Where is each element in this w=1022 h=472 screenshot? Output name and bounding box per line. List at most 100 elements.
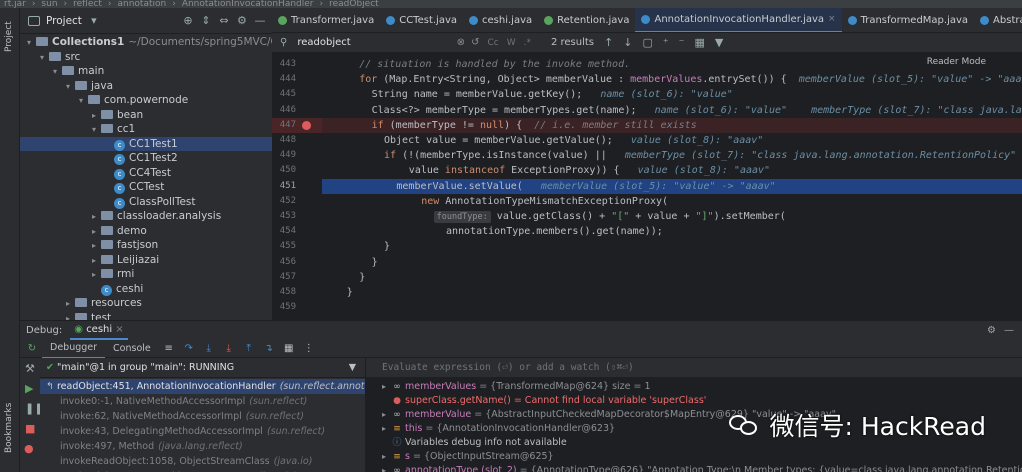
expand-icon[interactable]: ⇕ <box>200 14 212 27</box>
line-number[interactable]: 448 <box>272 133 322 148</box>
tree-item[interactable]: ▸ bean <box>20 108 272 123</box>
line-number[interactable]: 455 <box>272 239 322 254</box>
remove-occurrence-icon[interactable]: ⁻ <box>679 36 685 49</box>
step-into-icon[interactable]: ⤓ <box>202 343 216 355</box>
table-view-icon[interactable]: ▦ <box>282 343 296 355</box>
tree-item[interactable]: c CC1Test2 <box>20 151 272 166</box>
chevron-right-icon[interactable]: ▸ <box>89 210 99 225</box>
line-number[interactable]: 445 <box>272 87 322 102</box>
project-tool-button[interactable]: Project <box>4 21 14 52</box>
line-number[interactable]: 454 <box>272 224 322 239</box>
variable-row[interactable]: ▸ ≡ s = {ObjectInputStream@625} <box>366 450 1022 464</box>
tree-item[interactable]: ▸ test <box>20 311 272 320</box>
chevron-down-icon[interactable]: ▾ <box>88 14 100 27</box>
step-out-icon[interactable]: ⤒ <box>242 343 256 355</box>
minimize-icon[interactable]: — <box>254 14 266 27</box>
line-number[interactable]: 449 <box>272 148 322 163</box>
close-icon[interactable]: × <box>828 8 836 32</box>
tree-item[interactable]: ▸ rmi <box>20 267 272 282</box>
clear-search-icon[interactable]: ⊗ <box>457 37 465 48</box>
code-line[interactable]: } <box>322 285 1022 300</box>
minimize-icon[interactable]: — <box>1004 325 1014 336</box>
filter-icon[interactable]: ▼ <box>349 358 356 378</box>
chevron-right-icon[interactable]: ▸ <box>382 422 392 436</box>
chevron-right-icon[interactable]: ▸ <box>89 254 99 269</box>
line-number[interactable]: 459 <box>272 300 322 315</box>
bookmarks-tool-button[interactable]: Bookmarks <box>4 403 14 453</box>
line-number[interactable]: 458 <box>272 285 322 300</box>
chevron-right-icon[interactable]: ▸ <box>382 380 392 394</box>
editor-tab[interactable]: AnnotationInvocationHandler.java × <box>635 8 842 32</box>
tree-item[interactable]: ▸ fastjson <box>20 238 272 253</box>
tree-item[interactable]: ▸ classloader.analysis <box>20 209 272 224</box>
filter-icon[interactable]: ▼ <box>715 36 723 49</box>
select-all-icon[interactable]: ▢ <box>642 36 652 49</box>
line-number[interactable]: 447 <box>272 117 322 133</box>
editor-tab[interactable]: CCTest.java <box>380 8 463 32</box>
code-line[interactable]: if (!(memberType.isInstance(value) || me… <box>322 148 1022 163</box>
run-to-cursor-icon[interactable]: ↴ <box>262 343 276 355</box>
chevron-right-icon[interactable]: ▸ <box>382 408 392 422</box>
search-input[interactable]: readobject <box>297 37 350 48</box>
breadcrumb-item[interactable]: rt.jar <box>4 0 26 8</box>
code-line[interactable]: for (Map.Entry<String, Object> memberVal… <box>322 72 1022 87</box>
stack-frame[interactable]: invoke:497, Method (java.lang.reflect) <box>40 439 365 454</box>
editor-tab[interactable]: Transformer.java <box>272 8 380 32</box>
words-toggle[interactable]: W <box>507 38 516 48</box>
tree-item[interactable]: c CC4Test <box>20 166 272 181</box>
breadcrumb-item[interactable]: AnnotationInvocationHandler <box>182 0 314 8</box>
stack-frame[interactable]: invokeReadObject:1058, ObjectStreamClass… <box>40 454 365 469</box>
line-number[interactable]: 452 <box>272 194 322 209</box>
locate-icon[interactable]: ⊕ <box>182 14 194 27</box>
editor-tab[interactable]: TransformedMap.java <box>842 8 974 32</box>
code-line[interactable]: value instanceof ExceptionProxy)) { valu… <box>322 163 1022 178</box>
editor-tab[interactable]: AbstractInputChecke <box>974 8 1022 32</box>
line-number[interactable]: 453 <box>272 209 322 224</box>
next-occurrence-icon[interactable]: ↓ <box>623 36 632 49</box>
chevron-down-icon[interactable]: ▾ <box>63 80 73 95</box>
stack-frame[interactable]: invoke:62, NativeMethodAccessorImpl (sun.… <box>40 409 365 424</box>
chevron-down-icon[interactable]: ▾ <box>50 65 60 80</box>
step-over-icon[interactable]: ↷ <box>182 343 196 355</box>
tree-item[interactable]: ▾ cc1 <box>20 122 272 137</box>
line-number[interactable]: 451 <box>272 179 322 194</box>
stack-frame[interactable]: invoke0:-1, NativeMethodAccessorImpl (sun… <box>40 394 365 409</box>
code-line[interactable]: annotationType.members().get(name)); <box>322 224 1022 239</box>
select-occurrences-icon[interactable]: ▦ <box>694 36 704 49</box>
tree-item[interactable]: ▾ com.powernode <box>20 93 272 108</box>
chevron-right-icon[interactable]: ▸ <box>89 268 99 283</box>
tree-item[interactable]: ▾ java <box>20 79 272 94</box>
tree-item[interactable]: ▸ Leijiazai <box>20 253 272 268</box>
line-number[interactable]: 443 <box>272 57 322 72</box>
close-icon[interactable]: × <box>115 324 123 335</box>
tree-item[interactable]: ▾ main <box>20 64 272 79</box>
variable-row[interactable]: ▸ ∞ annotationType (slot_2) = {AnnotationT… <box>366 464 1022 472</box>
chevron-down-icon[interactable]: ▾ <box>89 123 99 138</box>
editor-tab[interactable]: ceshi.java <box>463 8 538 32</box>
force-step-into-icon[interactable]: ⤓ <box>222 343 236 355</box>
line-number[interactable]: 457 <box>272 270 322 285</box>
match-case-toggle[interactable]: Cc <box>487 38 498 48</box>
tree-item[interactable]: ▾ src <box>20 50 272 65</box>
variable-row[interactable]: ● superClass.getName() = Cannot find loca… <box>366 394 1022 408</box>
code-line[interactable]: } <box>322 255 1022 270</box>
code-line[interactable]: } <box>322 239 1022 254</box>
tree-item[interactable]: ▾ Collections1~/Documents/spring5MVC/Coll… <box>20 35 272 50</box>
chevron-right-icon[interactable]: ▸ <box>89 225 99 240</box>
code-line[interactable]: memberValue.setValue( memberValue (slot_… <box>322 178 1022 194</box>
gear-icon[interactable]: ⚙ <box>987 325 996 336</box>
code-line[interactable]: Object value = memberValue.getValue(); v… <box>322 133 1022 148</box>
code-line[interactable]: Class<?> memberType = memberTypes.get(na… <box>322 103 1022 118</box>
prev-occurrence-icon[interactable]: ↑ <box>604 36 613 49</box>
stack-frame[interactable]: ↰ readObject:451, AnnotationInvocationHa… <box>40 379 365 394</box>
view-breakpoints-icon[interactable]: ● <box>24 442 34 455</box>
breadcrumb-item[interactable]: readObject <box>329 0 379 8</box>
code-line[interactable]: } <box>322 270 1022 285</box>
project-view-selector[interactable]: Project <box>46 15 82 27</box>
history-icon[interactable]: ↺ <box>471 37 479 48</box>
rerun-icon[interactable]: ↻ <box>25 343 39 355</box>
code-line[interactable] <box>322 300 1022 315</box>
chevron-right-icon[interactable]: ▸ <box>63 297 73 312</box>
chevron-down-icon[interactable]: ▾ <box>37 51 47 66</box>
line-number[interactable]: 450 <box>272 163 322 178</box>
